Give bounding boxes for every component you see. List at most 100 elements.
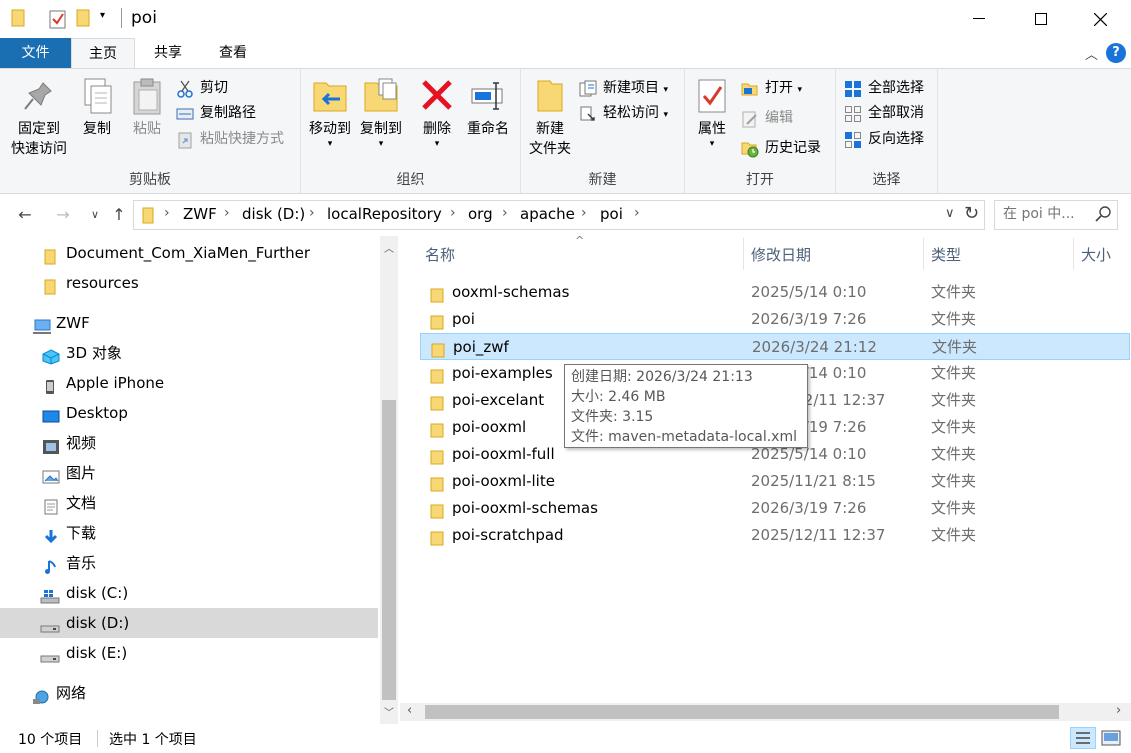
paste-shortcut-button[interactable]: 粘贴快捷方式 [176,128,284,152]
copy-to-icon [363,77,399,115]
new-folder-quick-icon[interactable] [76,9,90,29]
file-row[interactable]: poi-ooxml-schemas 2026/3/19 7:26 文件夹 [420,495,1130,522]
scroll-down-arrow-icon[interactable]: ﹀ [384,704,394,719]
open-button[interactable]: 打开 ▾ [741,77,802,101]
breadcrumb-poi[interactable]: poi [600,205,623,223]
nav-item-music[interactable]: 音乐 [0,548,378,578]
tab-home[interactable]: 主页 [71,38,135,69]
breadcrumb-local-repository[interactable]: localRepository [327,205,442,223]
minimize-button[interactable] [948,0,1010,38]
nav-item-documents[interactable]: 文档 [0,488,378,518]
properties-quick-icon[interactable] [49,9,67,29]
search-icon[interactable] [1095,206,1111,226]
nav-item-disk-c[interactable]: disk (C:) [0,578,378,608]
nav-item-downloads[interactable]: 下载 [0,518,378,548]
file-row-selected[interactable]: poi_zwf 2026/3/24 21:12 文件夹 [420,333,1130,360]
properties-button[interactable]: 属性 ▾ [691,77,733,149]
forward-arrow-icon[interactable]: → [52,203,74,227]
breadcrumb-separator-icon[interactable]: › [502,205,508,221]
file-row[interactable]: poi-ooxml-lite 2025/11/21 8:15 文件夹 [420,468,1130,495]
file-type: 文件夹 [931,445,977,463]
new-item-button[interactable]: 新建项目 ▾ [579,77,668,101]
copy-button[interactable]: 复制 [76,77,118,139]
nav-item-label: 网络 [56,684,87,702]
column-header-date[interactable]: 修改日期 [751,244,811,265]
column-header-name[interactable]: 名称 [425,244,455,265]
nav-item-3d-objects[interactable]: 3D 对象 [0,338,378,368]
nav-item-resources[interactable]: resources [0,268,378,298]
move-to-button[interactable]: 移动到 ▾ [305,77,355,149]
breadcrumb-org[interactable]: org [468,205,493,223]
nav-item-apple-iphone[interactable]: Apple iPhone [0,368,378,398]
pin-quick-access-button[interactable]: 固定到 快速访问 [6,77,72,159]
delete-button[interactable]: 删除 ▾ [417,77,457,149]
paste-button[interactable]: 粘贴 [126,77,168,139]
nav-item-disk-d[interactable]: disk (D:) [0,608,378,638]
scroll-up-arrow-icon[interactable]: ︿ [384,240,394,255]
nav-item-document-com[interactable]: Document_Com_XiaMen_Further [0,238,378,268]
breadcrumb-apache[interactable]: apache [520,205,575,223]
file-type: 文件夹 [931,499,977,517]
file-row[interactable]: poi-scratchpad 2025/12/11 12:37 文件夹 [420,522,1130,549]
column-divider[interactable] [1073,238,1074,270]
up-arrow-icon[interactable]: ↑ [108,203,130,227]
history-button[interactable]: 历史记录 [741,137,821,161]
nav-item-desktop[interactable]: Desktop [0,398,378,428]
breadcrumb-separator-icon[interactable]: › [309,205,315,221]
details-view-icon[interactable] [1070,727,1096,749]
breadcrumb-disk-d[interactable]: disk (D:) [242,205,305,223]
copy-path-button[interactable]: 复制路径 [176,102,256,126]
search-box[interactable] [994,200,1118,230]
large-icons-view-icon[interactable] [1100,728,1122,752]
breadcrumb-separator-icon[interactable]: › [450,205,456,221]
horizontal-scroll-thumb[interactable] [425,705,1059,719]
file-row[interactable]: poi 2026/3/19 7:26 文件夹 [420,306,1130,333]
scroll-right-arrow-icon[interactable]: › [1116,703,1121,718]
nav-item-network[interactable]: 网络 [0,678,378,708]
copy-to-button[interactable]: 复制到 ▾ [355,77,407,149]
column-divider[interactable] [923,238,924,270]
breadcrumb-separator-icon[interactable]: › [581,205,587,221]
select-all-button[interactable]: 全部选择 [844,77,924,101]
breadcrumb-separator-icon[interactable]: › [224,205,230,221]
tab-file[interactable]: 文件 [0,38,71,68]
address-dropdown-chevron-icon[interactable]: ∨ [945,206,955,221]
recent-locations-chevron-icon[interactable]: ∨ [84,203,106,227]
scroll-left-arrow-icon[interactable]: ‹ [407,703,412,718]
breadcrumb-separator-icon[interactable]: › [164,205,170,221]
refresh-icon[interactable]: ↻ [964,203,979,224]
select-none-button[interactable]: 全部取消 [844,102,924,126]
nav-item-videos[interactable]: 视频 [0,428,378,458]
column-divider[interactable] [743,238,744,270]
easy-access-button[interactable]: 轻松访问 ▾ [579,102,668,126]
new-folder-button[interactable]: 新建 文件夹 [525,77,575,159]
search-input[interactable] [1003,206,1089,222]
tab-share[interactable]: 共享 [138,38,198,68]
back-arrow-icon[interactable]: ← [14,203,36,227]
invert-selection-button[interactable]: 反向选择 [844,128,924,152]
collapse-ribbon-chevron-icon[interactable]: ︿ [1085,44,1098,63]
breadcrumb-separator-icon[interactable]: › [634,205,640,221]
rename-button[interactable]: 重命名 [463,77,513,139]
video-icon [42,435,60,454]
cut-button[interactable]: 剪切 [176,77,228,101]
phone-icon [44,375,62,394]
breadcrumb-zwf[interactable]: ZWF [183,205,217,223]
nav-pane-scroll-thumb[interactable] [382,400,396,700]
tab-view[interactable]: 查看 [203,38,263,68]
close-button[interactable] [1069,0,1131,38]
nav-pane-scrollbar[interactable]: ︿ ﹀ [380,236,398,724]
selection-count: 选中 1 个项目 [109,732,197,748]
file-list-horizontal-scrollbar[interactable]: ‹ › [400,703,1131,721]
column-header-type[interactable]: 类型 [931,244,961,265]
help-icon[interactable]: ? [1106,43,1126,63]
edit-button[interactable]: 编辑 [741,107,793,131]
column-header-size[interactable]: 大小 [1081,244,1111,265]
nav-item-disk-e[interactable]: disk (E:) [0,638,378,668]
customize-qa-chevron-icon[interactable]: ▾ [100,10,105,30]
file-row[interactable]: ooxml-schemas 2025/5/14 0:10 文件夹 [420,279,1130,306]
nav-item-pictures[interactable]: 图片 [0,458,378,488]
nav-item-this-pc[interactable]: ZWF [0,308,378,338]
address-bar[interactable]: › ZWF › disk (D:) › localRepository › or… [133,200,985,230]
maximize-button[interactable] [1010,0,1072,38]
